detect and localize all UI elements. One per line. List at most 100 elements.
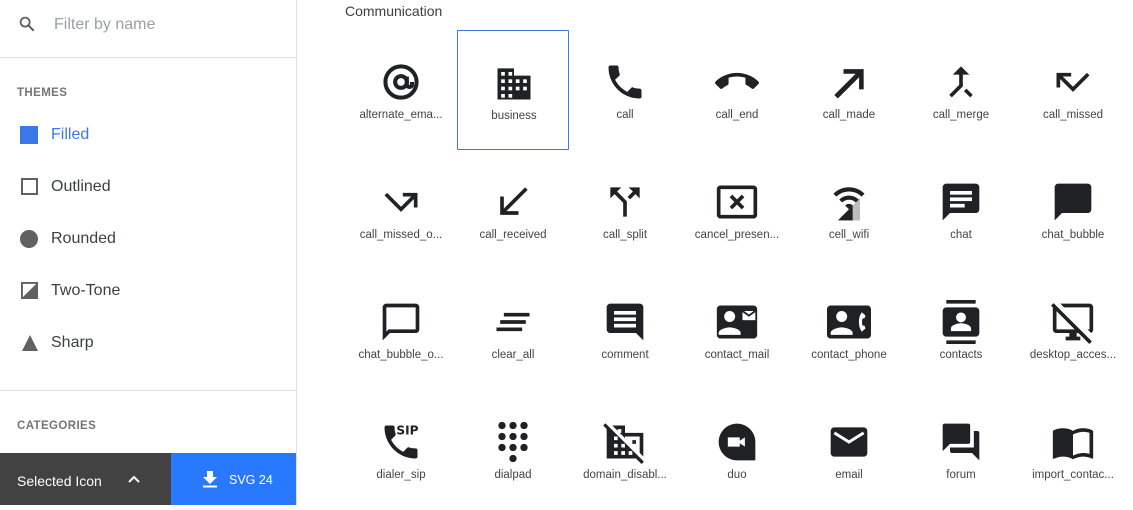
theme-sharp[interactable]: Sharp	[0, 325, 296, 361]
icon-name: business	[491, 110, 537, 122]
icon-name: import_contac...	[1032, 469, 1114, 481]
icon-gallery: Communication alternate_ema... business ca…	[297, 0, 1133, 505]
svg-text:SIP: SIP	[396, 424, 418, 438]
cancel-presen-icon	[716, 185, 758, 219]
icon-tile[interactable]: dialpad	[457, 390, 569, 510]
icon-name: chat_bubble_o...	[358, 349, 444, 361]
filled-square-icon	[20, 126, 38, 144]
icon-tile[interactable]: chat_bubble	[1017, 150, 1129, 270]
icon-name: cancel_presen...	[694, 229, 780, 241]
icon-tile[interactable]: clear_all	[457, 270, 569, 390]
theme-two-tone[interactable]: Two-Tone	[0, 273, 296, 309]
icon-tile[interactable]: call_merge	[905, 30, 1017, 150]
duo-icon	[718, 423, 756, 461]
chat-icon	[942, 183, 980, 221]
icon-tile[interactable]: call_end	[681, 30, 793, 150]
icon-tile[interactable]: desktop_acces...	[1017, 270, 1129, 390]
bottom-bar: Selected Icon SVG 24	[0, 453, 296, 505]
sidebar: THEMES Filled Outlined Rounded Two-Tone …	[0, 0, 297, 505]
icon-name: call_split	[602, 229, 648, 241]
icon-name: clear_all	[491, 349, 535, 361]
domain-disabl-icon	[603, 423, 644, 464]
icon-tile[interactable]: chat	[905, 150, 1017, 270]
icon-name: chat	[950, 229, 972, 241]
email-icon	[830, 427, 868, 457]
icon-tile[interactable]: import_contac...	[1017, 390, 1129, 510]
outlined-square-icon	[21, 178, 38, 195]
icon-tile[interactable]: forum	[905, 390, 1017, 510]
chevron-up-icon	[128, 475, 140, 483]
icon-tile[interactable]: comment	[569, 270, 681, 390]
theme-label: Filled	[51, 126, 90, 143]
icon-tile[interactable]: chat_bubble_o...	[345, 270, 457, 390]
dialer-sip-icon: SIP	[384, 424, 419, 459]
alternate-ema-icon	[383, 64, 419, 100]
download-label: SVG 24	[229, 473, 273, 487]
icon-tile[interactable]: contact_mail	[681, 270, 793, 390]
icon-name: desktop_acces...	[1029, 349, 1117, 361]
circle-icon	[20, 230, 38, 248]
icon-name: dialpad	[494, 469, 532, 481]
theme-rounded[interactable]: Rounded	[0, 221, 296, 257]
theme-label: Outlined	[51, 178, 111, 195]
icon-tile[interactable]: call	[569, 30, 681, 150]
icon-tile[interactable]: call_missed_o...	[345, 150, 457, 270]
icon-tile[interactable]: cell_wifi	[793, 150, 905, 270]
icon-tile[interactable]: call_made	[793, 30, 905, 150]
cell-wifi-icon	[833, 187, 865, 221]
themes-title: THEMES	[17, 87, 68, 99]
search-icon	[19, 16, 35, 32]
chat-bubble-icon	[1054, 183, 1092, 221]
call-missed-o-icon	[384, 192, 418, 212]
icon-name: alternate_ema...	[359, 109, 443, 121]
icon-name: forum	[946, 469, 976, 481]
theme-label: Rounded	[51, 230, 116, 247]
icon-tile[interactable]: alternate_ema...	[345, 30, 457, 150]
icon-name: comment	[601, 349, 649, 361]
categories-title: CATEGORIES	[17, 420, 97, 432]
call-end-icon	[715, 72, 759, 89]
icon-name: call_missed	[1042, 109, 1104, 121]
icon-tile[interactable]: email	[793, 390, 905, 510]
icon-tile[interactable]: call_missed	[1017, 30, 1129, 150]
theme-label: Sharp	[51, 334, 94, 351]
theme-outlined[interactable]: Outlined	[0, 169, 296, 205]
icon-tile[interactable]: cancel_presen...	[681, 150, 793, 270]
two-tone-square-icon	[21, 282, 38, 299]
icon-tile[interactable]: call_received	[457, 150, 569, 270]
call-made-icon	[834, 69, 864, 99]
icon-name: email	[835, 469, 863, 481]
contact-phone-icon	[827, 305, 871, 339]
search-input[interactable]	[52, 12, 276, 38]
icon-name: call_missed_o...	[359, 229, 443, 241]
clear-all-icon	[496, 312, 530, 332]
icon-tile[interactable]: SIP dialer_sip	[345, 390, 457, 510]
selected-icon-toggle[interactable]: Selected Icon	[0, 453, 171, 505]
icon-tile[interactable]: business	[457, 30, 569, 150]
call-received-icon	[500, 187, 528, 215]
desktop-acces-icon	[1051, 303, 1094, 344]
call-icon	[608, 65, 642, 99]
selected-icon-label: Selected Icon	[17, 473, 102, 489]
icon-name: call_end	[715, 109, 759, 121]
icon-name: duo	[727, 469, 747, 481]
icon-tile[interactable]: contact_phone	[793, 270, 905, 390]
icon-name: domain_disabl...	[583, 469, 667, 481]
icon-tile[interactable]: domain_disabl...	[569, 390, 681, 510]
icon-name: call_made	[822, 109, 876, 121]
theme-filled[interactable]: Filled	[0, 117, 296, 153]
call-missed-icon	[1056, 72, 1090, 92]
forum-icon	[942, 423, 980, 461]
icon-name: contact_phone	[811, 349, 887, 361]
download-svg-button[interactable]: SVG 24	[171, 453, 296, 505]
business-icon	[497, 68, 531, 100]
icon-tile[interactable]: contacts	[905, 270, 1017, 390]
contact-mail-icon	[716, 305, 758, 339]
call-merge-icon	[949, 66, 973, 98]
icon-tile[interactable]: duo	[681, 390, 793, 510]
comment-icon	[606, 303, 644, 341]
chat-bubble-o-icon	[382, 303, 420, 341]
icon-name: cell_wifi	[828, 229, 870, 241]
icon-tile[interactable]: call_split	[569, 150, 681, 270]
sidebar-divider	[0, 390, 296, 391]
